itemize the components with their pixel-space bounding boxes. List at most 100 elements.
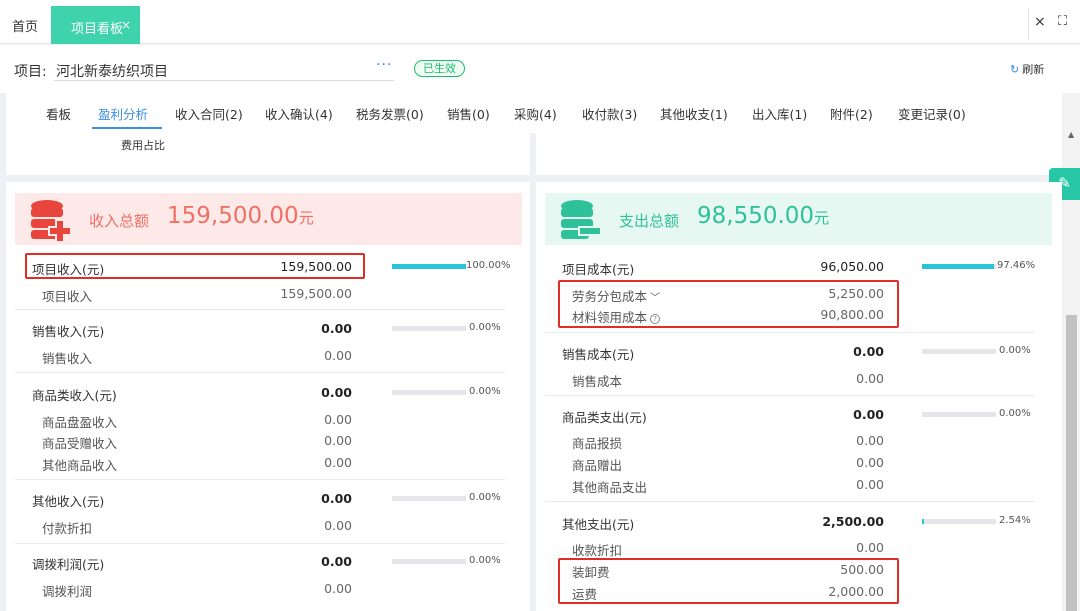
progress-bar [392, 559, 466, 564]
item-label: 其他商品支出 [572, 480, 648, 495]
group-percent: 0.00% [469, 322, 501, 333]
income-summary: 收入总额 159,500.00元 [15, 193, 522, 245]
progress-bar [392, 326, 466, 331]
group-label: 商品类收入(元) [32, 388, 117, 403]
item-amount: 0.00 [856, 540, 884, 555]
refresh-icon: ↻ [1010, 63, 1020, 76]
tab-payments[interactable]: 收付款(3) [582, 104, 637, 123]
progress-fill [922, 519, 924, 524]
tab-sales[interactable]: 销售(0) [447, 104, 490, 123]
progress-bar [922, 519, 996, 524]
item-amount: 0.00 [324, 581, 352, 596]
divider [1028, 8, 1029, 40]
project-label: 项目: [14, 64, 47, 80]
more-icon[interactable]: ··· [376, 57, 392, 73]
group-amount: 0.00 [853, 344, 884, 359]
progress-fill [922, 264, 995, 269]
fullscreen-icon[interactable]: ⛶ [1058, 14, 1067, 29]
item-amount: 0.00 [856, 371, 884, 386]
expense-panel: 支出总额 98,550.00元 项目成本(元) 96,050.00 97.46%… [536, 182, 1062, 611]
scrollbar-thumb[interactable] [1066, 315, 1077, 611]
expense-total-value: 98,550.00元 [697, 203, 830, 229]
tab-change-log[interactable]: 变更记录(0) [898, 104, 966, 123]
item-amount: 0.00 [324, 433, 352, 448]
close-tab-icon[interactable]: × [121, 18, 131, 32]
highlight-box [558, 280, 899, 328]
progress-bar [922, 349, 996, 354]
group-amount: 2,500.00 [822, 514, 884, 529]
item-amount: 0.00 [324, 455, 352, 470]
group-percent: 97.46% [997, 260, 1036, 271]
item-amount: 0.00 [324, 348, 352, 363]
divider [545, 501, 1035, 502]
group-percent: 0.00% [469, 555, 501, 566]
tab-project-board[interactable]: 项目看板 × [51, 6, 140, 44]
progress-fill [392, 264, 466, 269]
income-total-label: 收入总额 [89, 212, 150, 230]
expense-total-label: 支出总额 [619, 212, 680, 230]
item-amount: 0.00 [324, 518, 352, 533]
tab-income-contract[interactable]: 收入合同(2) [175, 104, 243, 123]
subtab-expense-ratio[interactable]: 费用占比 [121, 137, 165, 153]
item-label: 商品赠出 [572, 458, 623, 473]
active-tab-indicator [92, 127, 162, 129]
tab-purchase[interactable]: 采购(4) [514, 104, 557, 123]
group-amount: 96,050.00 [820, 259, 884, 274]
progress-bar [392, 390, 466, 395]
tab-bar: 首页 项目看板 × × ⛶ [0, 0, 1080, 44]
divider [545, 395, 1035, 396]
project-name: 河北新泰纺织项目 [56, 64, 168, 80]
income-total-value: 159,500.00元 [167, 203, 314, 229]
group-label: 其他收入(元) [32, 494, 105, 509]
close-icon[interactable]: × [1034, 14, 1046, 30]
item-label: 项目收入 [42, 289, 93, 304]
group-amount: 0.00 [321, 385, 352, 400]
item-label: 销售成本 [572, 374, 623, 389]
tab-other-income-expense[interactable]: 其他收支(1) [660, 104, 728, 123]
highlight-box [25, 253, 365, 279]
tab-income-confirm[interactable]: 收入确认(4) [265, 104, 333, 123]
tab-profit-analysis[interactable]: 盈利分析 [98, 104, 148, 123]
progress-bar [392, 264, 466, 269]
refresh-button[interactable]: ↻ 刷新 [1010, 61, 1044, 77]
group-amount: 0.00 [321, 491, 352, 506]
group-label: 销售成本(元) [562, 347, 635, 362]
tab-stock-in-out[interactable]: 出入库(1) [752, 104, 807, 123]
group-amount: 0.00 [321, 321, 352, 336]
group-label: 其他支出(元) [562, 517, 635, 532]
group-percent: 0.00% [469, 492, 501, 503]
item-label: 商品报损 [572, 436, 623, 451]
group-label: 调拨利润(元) [32, 557, 105, 572]
tab-attachments[interactable]: 附件(2) [830, 104, 873, 123]
group-percent: 2.54% [999, 515, 1031, 526]
tab-board[interactable]: 看板 [46, 104, 71, 123]
item-label: 付款折扣 [42, 521, 93, 536]
refresh-label: 刷新 [1022, 63, 1045, 76]
tab-home[interactable]: 首页 [12, 16, 38, 35]
nav-tabs: 看板 盈利分析 收入合同(2) 收入确认(4) 税务发票(0) 销售(0) 采购… [6, 93, 1062, 175]
divider [15, 479, 505, 480]
item-label: 收款折扣 [572, 543, 623, 558]
project-field-underline [54, 80, 394, 81]
divider [15, 543, 505, 544]
item-label: 商品盘盈收入 [42, 415, 118, 430]
item-label: 销售收入 [42, 351, 93, 366]
status-badge: 已生效 [414, 60, 465, 77]
item-amount: 0.00 [856, 455, 884, 470]
group-percent: 0.00% [999, 345, 1031, 356]
item-label: 商品受赠收入 [42, 436, 118, 451]
scroll-up-icon[interactable]: ▲ [1068, 130, 1074, 139]
item-amount: 159,500.00 [280, 286, 352, 301]
group-label: 销售收入(元) [32, 324, 105, 339]
expense-summary: 支出总额 98,550.00元 [545, 193, 1052, 245]
item-amount: 0.00 [324, 412, 352, 427]
item-label: 调拨利润 [42, 584, 93, 599]
item-amount: 0.00 [856, 433, 884, 448]
project-header: 项目: 河北新泰纺织项目 ··· 已生效 ↻ 刷新 [0, 45, 1080, 93]
highlight-box [558, 558, 899, 604]
group-amount: 0.00 [853, 407, 884, 422]
tab-tax-invoice[interactable]: 税务发票(0) [356, 104, 424, 123]
group-amount: 0.00 [321, 554, 352, 569]
database-minus-icon [561, 200, 602, 239]
database-add-icon [31, 200, 72, 242]
